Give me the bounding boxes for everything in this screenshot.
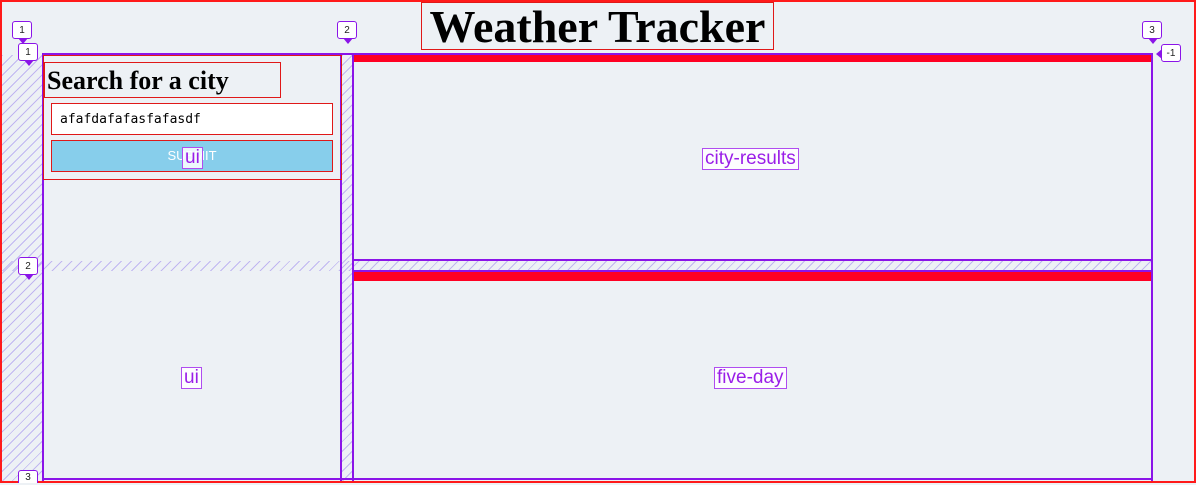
search-heading: Search for a city bbox=[44, 62, 281, 98]
grid-line-col-3 bbox=[1151, 53, 1153, 481]
city-results-top-bar bbox=[354, 55, 1151, 62]
grid-column-badge-3: 3 bbox=[1142, 21, 1162, 44]
grid-column-badge-neg1: -1 bbox=[1156, 44, 1181, 62]
grid-line-row-2a bbox=[352, 259, 1153, 261]
grid-line-row-3 bbox=[42, 478, 1153, 480]
grid-line-col-2b bbox=[352, 53, 354, 481]
grid-area-label-ui-bottom: ui bbox=[181, 367, 202, 389]
grid-area-label-five-day: five-day bbox=[714, 367, 787, 389]
page-title: Weather Tracker bbox=[421, 2, 774, 51]
grid-row-badge-2: 2 bbox=[18, 257, 38, 280]
grid-area-label-city-results: city-results bbox=[702, 148, 799, 170]
grid-row-badge-3: 3 bbox=[18, 470, 38, 483]
grid-column-badge-1: 1 bbox=[12, 21, 32, 44]
grid-row-badge-1: 1 bbox=[18, 43, 38, 66]
grid-area-label-ui-top: ui bbox=[182, 147, 203, 169]
five-day-top-bar bbox=[354, 272, 1151, 281]
grid-column-badge-2: 2 bbox=[337, 21, 357, 44]
city-search-input[interactable] bbox=[51, 103, 333, 135]
